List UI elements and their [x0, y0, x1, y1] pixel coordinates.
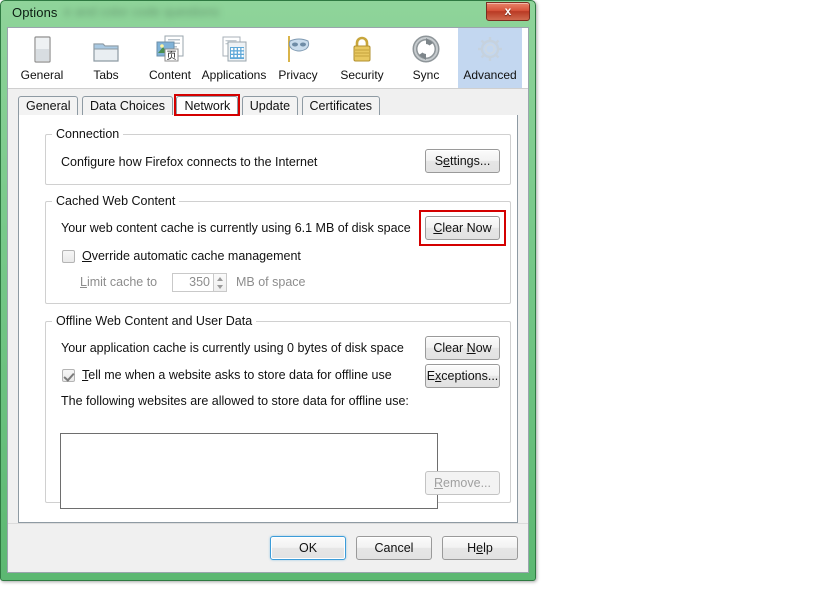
override-cache-suffix: verride automatic cache management: [91, 249, 301, 263]
options-dialog-window: Options e and color code questions x Gen…: [0, 0, 536, 581]
tab-update[interactable]: Update: [241, 96, 299, 116]
cached-web-content-group: Cached Web Content Your web content cach…: [45, 194, 511, 304]
limit-cache-accesskey: L: [80, 275, 87, 289]
connection-group-legend: Connection: [56, 127, 120, 141]
category-label: Security: [340, 68, 384, 82]
limit-cache-label: Limit cache to: [80, 275, 157, 289]
offline-remove-button[interactable]: Remove...: [425, 471, 500, 495]
allowed-sites-label: The following websites are allowed to st…: [61, 394, 409, 408]
category-label: Content: [148, 68, 192, 82]
category-label: General: [20, 68, 64, 82]
offline-clear-now-button[interactable]: Clear Now: [425, 336, 500, 360]
cancel-label: Cancel: [374, 541, 414, 555]
exceptions-prefix: E: [426, 369, 436, 383]
network-settings-panel: Connection Configure how Firefox connect…: [18, 115, 518, 523]
svg-text:页: 页: [167, 50, 177, 62]
desktop-background: [536, 0, 819, 595]
help-suffix: lp: [483, 541, 493, 555]
close-icon[interactable]: x: [486, 2, 530, 21]
cache-limit-input[interactable]: 350: [172, 273, 214, 292]
offline-clear-accesskey: N: [466, 341, 476, 355]
offline-exceptions-button[interactable]: Exceptions...: [425, 364, 500, 388]
cache-limit-units: MB of space: [236, 275, 306, 289]
cache-clear-now-button[interactable]: Clear Now: [425, 216, 500, 240]
settings-button-suffix: ttings...: [450, 154, 491, 168]
cancel-button[interactable]: Cancel: [356, 536, 432, 560]
limit-cache-suffix: imit cache to: [86, 275, 158, 289]
category-toolbar: General Tabs 页 Content Applications Priv…: [8, 28, 528, 89]
category-content[interactable]: 页 Content: [138, 28, 202, 88]
tab-network-label: Network: [184, 99, 231, 113]
connection-group: Connection Configure how Firefox connect…: [45, 127, 511, 185]
category-tabs[interactable]: Tabs: [74, 28, 138, 88]
ok-button[interactable]: OK: [270, 536, 346, 560]
category-applications[interactable]: Applications: [202, 28, 266, 88]
override-cache-accesskey: O: [82, 249, 92, 263]
sync-icon: [412, 35, 440, 63]
remove-suffix: emove...: [443, 476, 491, 490]
ok-label: OK: [298, 541, 318, 555]
connection-settings-button[interactable]: Settings...: [425, 149, 500, 173]
category-label: Tabs: [93, 68, 119, 82]
tab-data-choices[interactable]: Data Choices: [81, 96, 173, 116]
category-security[interactable]: Security: [330, 28, 394, 88]
tab-general[interactable]: General: [18, 96, 79, 116]
applications-icon: [222, 36, 247, 62]
dialog-content-area: General Tabs 页 Content Applications Priv…: [7, 27, 529, 573]
sub-tab-strip: General Data Choices Network Update Cert…: [18, 94, 518, 116]
offline-web-content-group: Offline Web Content and User Data Your a…: [45, 314, 511, 509]
cache-clear-accesskey: C: [433, 221, 443, 235]
override-cache-checkbox[interactable]: [62, 250, 75, 263]
category-general[interactable]: General: [10, 28, 74, 88]
exceptions-suffix: ceptions...: [441, 369, 499, 383]
stepper-down-icon[interactable]: [217, 285, 223, 289]
offline-web-content-legend: Offline Web Content and User Data: [56, 314, 253, 328]
tell-me-offline-checkbox[interactable]: [62, 369, 75, 382]
general-icon: [34, 36, 51, 63]
tabs-folder-icon: [93, 43, 119, 62]
advanced-gear-icon: [478, 37, 502, 61]
connection-description: Configure how Firefox connects to the In…: [61, 155, 318, 169]
stepper-up-icon[interactable]: [217, 277, 223, 281]
privacy-mask-icon: [288, 36, 310, 62]
tab-network[interactable]: Network: [174, 94, 241, 116]
tab-certificates[interactable]: Certificates: [301, 96, 381, 116]
content-icon: 页: [156, 35, 184, 62]
help-prefix: H: [467, 541, 477, 555]
cache-usage-text: Your web content cache is currently usin…: [61, 221, 411, 235]
help-button[interactable]: Help: [442, 536, 518, 560]
category-advanced[interactable]: Advanced: [458, 28, 522, 88]
title-bar: Options e and color code questions x: [1, 1, 535, 27]
cached-web-content-legend: Cached Web Content: [56, 194, 176, 208]
offline-clear-prefix: Clear: [433, 341, 467, 355]
allowed-sites-listbox[interactable]: [60, 433, 438, 509]
override-cache-label: Override automatic cache management: [82, 249, 301, 263]
category-label: Advanced: [463, 68, 517, 82]
settings-button-accesskey: e: [443, 154, 450, 168]
dialog-footer: OK Cancel Help: [8, 523, 528, 572]
category-privacy[interactable]: Privacy: [266, 28, 330, 88]
security-lock-icon: [353, 36, 371, 62]
category-label: Applications: [201, 68, 267, 82]
cache-limit-value: 350: [189, 275, 210, 289]
remove-accesskey: R: [434, 476, 444, 490]
offline-usage-text: Your application cache is currently usin…: [61, 341, 404, 355]
category-label: Sync: [412, 68, 440, 82]
tell-me-suffix: ell me when a website asks to store data…: [88, 368, 392, 382]
settings-button-prefix: S: [434, 154, 444, 168]
category-label: Privacy: [278, 68, 318, 82]
category-sync[interactable]: Sync: [394, 28, 458, 88]
cache-limit-stepper[interactable]: [214, 273, 227, 292]
offline-clear-suffix: ow: [475, 341, 492, 355]
tell-me-offline-label: Tell me when a website asks to store dat…: [82, 368, 392, 382]
window-title: Options: [12, 5, 58, 20]
cache-clear-suffix: lear Now: [442, 221, 492, 235]
window-title-blurred-text: e and color code questions: [64, 4, 220, 19]
